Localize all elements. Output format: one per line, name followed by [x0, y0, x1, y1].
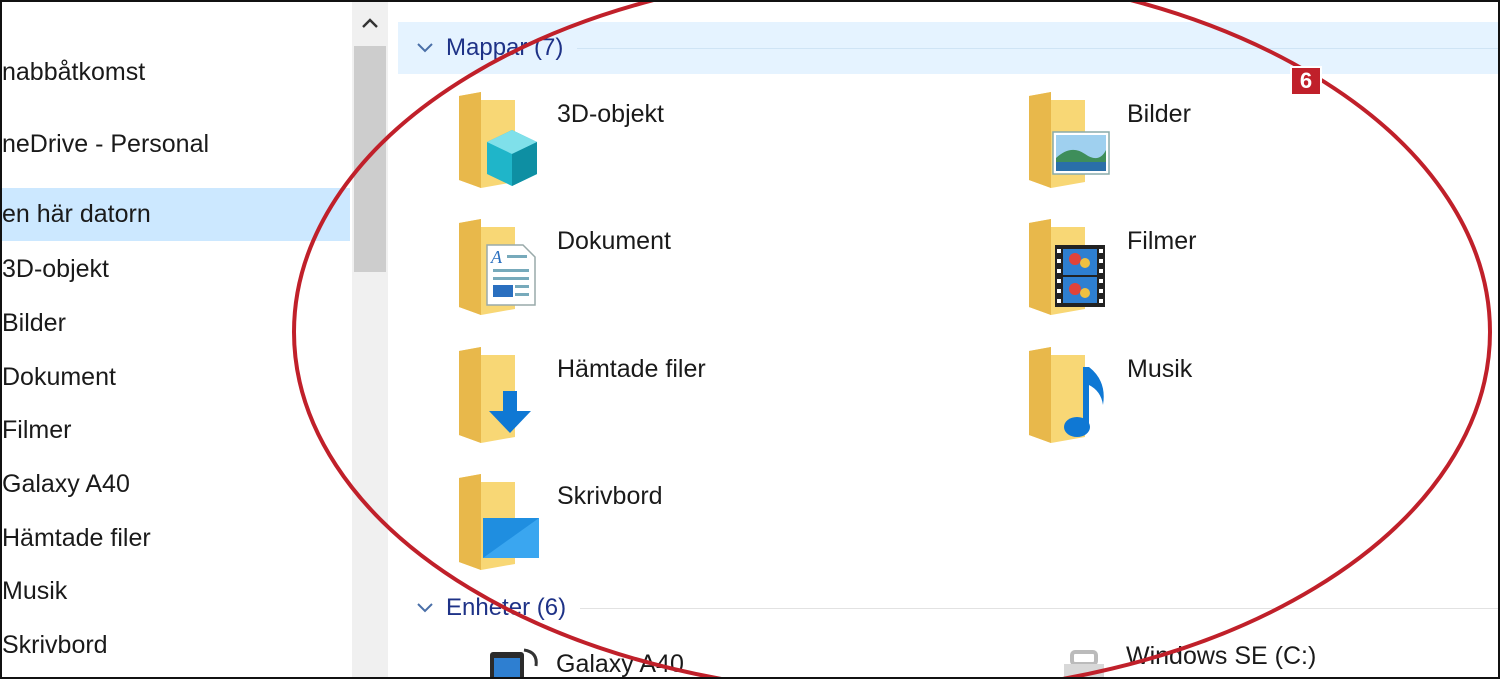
- sidebar-item-pictures[interactable]: Bilder: [2, 298, 350, 348]
- folder-tile-pictures[interactable]: Bilder: [1027, 92, 1498, 202]
- group-title: Enheter (6): [446, 594, 567, 621]
- folder-3d-icon: [459, 92, 537, 188]
- group-title: Mappar (7): [446, 34, 564, 61]
- folder-tile-label: Skrivbord: [557, 482, 663, 510]
- chevron-down-icon[interactable]: [412, 35, 438, 61]
- device-tile-label: Windows SE (C:): [1126, 642, 1317, 670]
- scroll-up-button[interactable]: [352, 2, 388, 44]
- folder-tile-music[interactable]: Musik: [1027, 347, 1498, 457]
- folder-desktop-icon: [459, 474, 539, 570]
- svg-text:A: A: [490, 247, 503, 267]
- scrollbar-thumb[interactable]: [354, 46, 386, 272]
- folder-tile-label: Filmer: [1127, 227, 1197, 255]
- device-tile-galaxy-a40[interactable]: Galaxy A40: [484, 642, 884, 678]
- explorer-window: nabbåtkomst neDrive - Personal en här da…: [0, 0, 1500, 679]
- sidebar-item-quick-access[interactable]: nabbåtkomst: [2, 47, 350, 97]
- phone-icon: [490, 648, 538, 677]
- device-tile-windows-c[interactable]: Windows SE (C:): [1054, 634, 1454, 677]
- sidebar-item-label: Dokument: [2, 362, 116, 391]
- folder-tile-videos[interactable]: Filmer: [1027, 219, 1498, 329]
- folder-tile-label: Bilder: [1127, 100, 1191, 128]
- sidebar-item-onedrive[interactable]: neDrive - Personal: [2, 119, 350, 169]
- group-header-devices[interactable]: Enheter (6): [398, 582, 1498, 634]
- sidebar-item-label: Hämtade filer: [2, 523, 151, 552]
- sidebar-item-videos[interactable]: Filmer: [2, 405, 350, 455]
- folder-music-icon: [1029, 347, 1104, 443]
- group-header-folders[interactable]: Mappar (7): [398, 22, 1498, 74]
- sidebar-item-label: Galaxy A40: [2, 469, 130, 498]
- sidebar-item-this-pc[interactable]: en här datorn: [2, 188, 350, 241]
- device-tile-label: Galaxy A40: [556, 650, 684, 678]
- sidebar-item-label: Musik: [2, 576, 68, 605]
- folder-tile-downloads[interactable]: Hämtade filer: [457, 347, 977, 457]
- chevron-up-icon: [362, 18, 378, 28]
- folder-tile-documents[interactable]: A Dokument: [457, 219, 977, 329]
- sidebar-scrollbar[interactable]: [352, 2, 388, 677]
- sidebar-item-documents[interactable]: Dokument: [2, 352, 350, 402]
- annotation-badge: 6: [1290, 66, 1322, 96]
- sidebar-item-desktop[interactable]: Skrivbord: [2, 620, 350, 670]
- folder-tile-label: 3D-objekt: [557, 100, 664, 128]
- folder-pictures-icon: [1029, 92, 1110, 188]
- sidebar-item-3d-objects[interactable]: 3D-objekt: [2, 244, 350, 294]
- folder-tile-desktop[interactable]: Skrivbord: [457, 474, 977, 584]
- folder-documents-icon: A: [459, 219, 536, 315]
- folder-tile-3d-objects[interactable]: 3D-objekt: [457, 92, 977, 202]
- sidebar-item-label: nabbåtkomst: [2, 57, 146, 86]
- sidebar-item-label: Bilder: [2, 308, 66, 337]
- sidebar-item-galaxy-a40[interactable]: Galaxy A40: [2, 459, 350, 509]
- sidebar-item-label: neDrive - Personal: [2, 129, 210, 158]
- sidebar-item-label: en här datorn: [2, 200, 151, 228]
- folder-tile-label: Hämtade filer: [557, 355, 706, 383]
- navigation-pane: nabbåtkomst neDrive - Personal en här da…: [2, 2, 352, 677]
- sidebar-item-music[interactable]: Musik: [2, 566, 350, 616]
- content-pane: Mappar (7) 3D-objekt Bilder A Dokument F…: [388, 2, 1498, 678]
- sidebar-item-label: Skrivbord: [2, 630, 108, 659]
- folder-tile-label: Dokument: [557, 227, 671, 255]
- folder-videos-icon: [1029, 219, 1105, 315]
- group-divider: [580, 607, 1498, 609]
- folder-tile-label: Musik: [1127, 355, 1193, 383]
- sidebar-item-label: 3D-objekt: [2, 254, 109, 283]
- folder-downloads-icon: [459, 347, 531, 443]
- chevron-down-icon[interactable]: [412, 595, 438, 621]
- group-divider: [577, 47, 1498, 49]
- sidebar-item-label: Filmer: [2, 415, 72, 444]
- sidebar-item-downloads[interactable]: Hämtade filer: [2, 513, 350, 563]
- drive-icon: [1064, 650, 1104, 677]
